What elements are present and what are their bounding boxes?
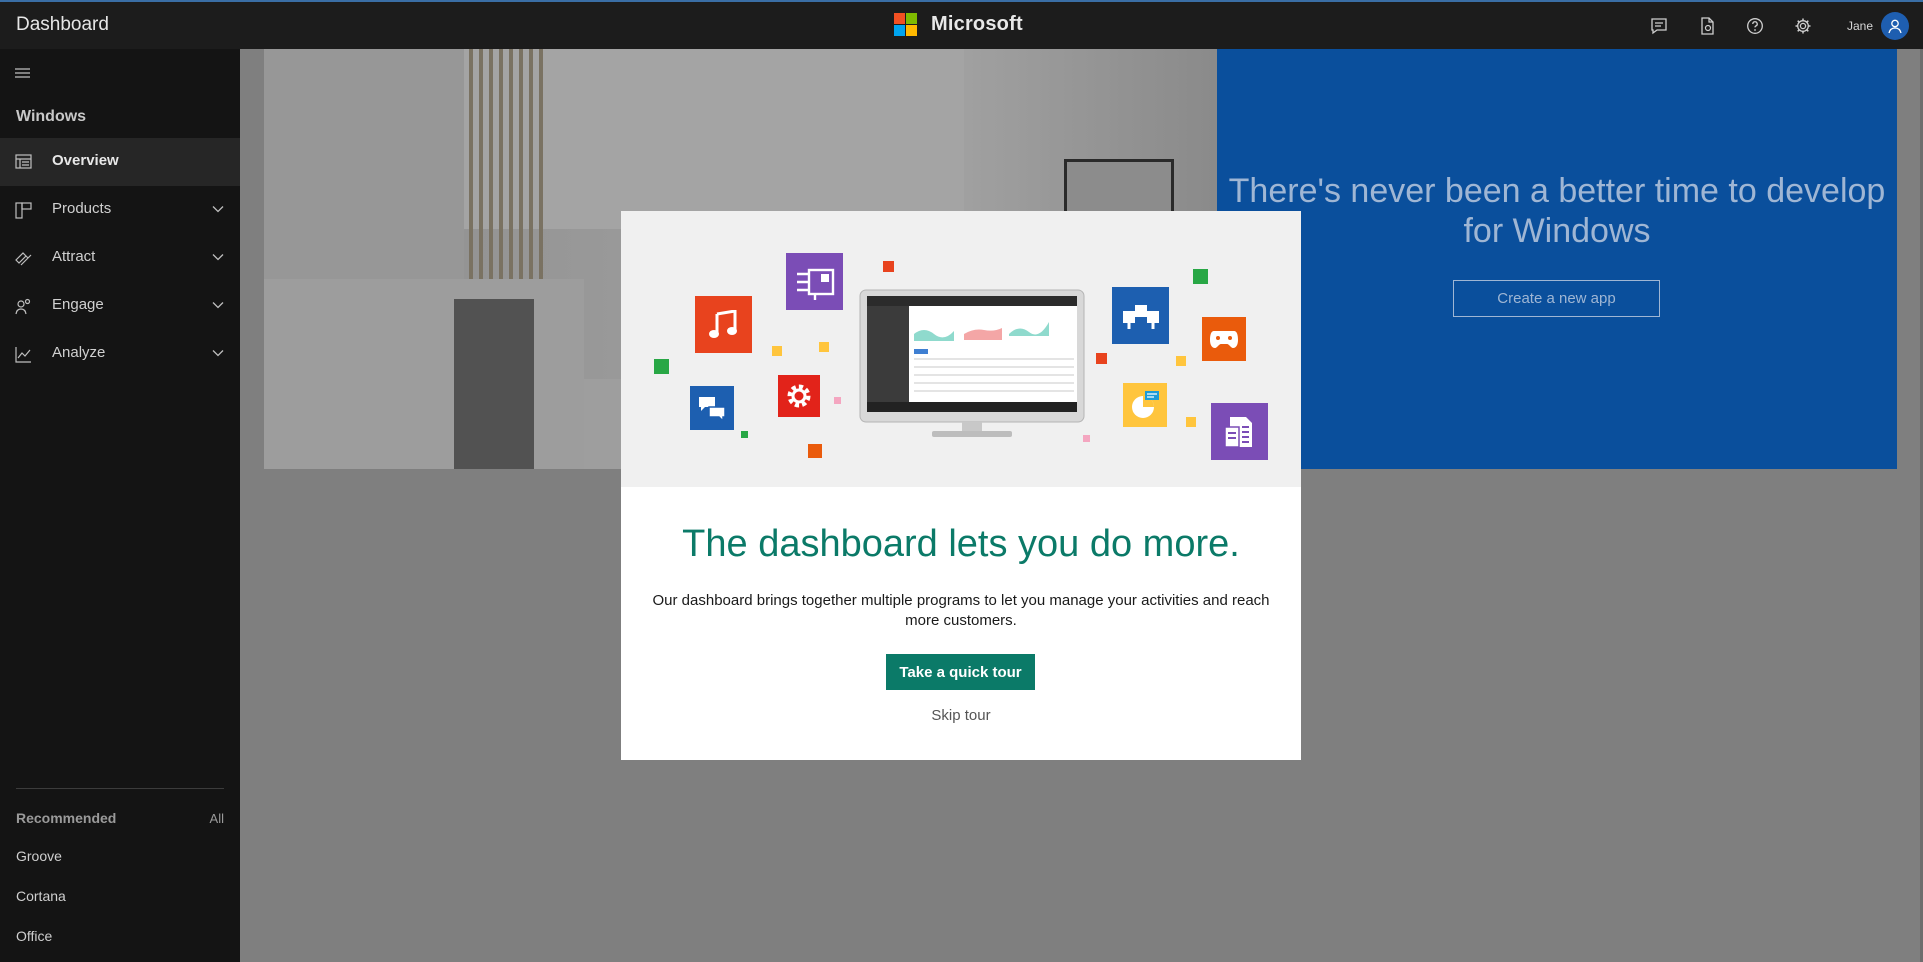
header-actions: Jane (1635, 2, 1923, 49)
flow-tile-icon (1112, 287, 1169, 344)
create-new-app-button[interactable]: Create a new app (1453, 280, 1660, 317)
document-icon (1701, 16, 1714, 35)
brand: Microsoft (894, 13, 1023, 36)
sidebar-item-label: Products (52, 200, 112, 217)
dashboard-illustration (621, 211, 1301, 487)
user-name[interactable]: Jane (1847, 19, 1873, 33)
chat-tile-icon (690, 386, 734, 430)
hero-headline: There's never been a better time to deve… (1228, 172, 1886, 250)
recommended-item-office[interactable]: Office (16, 928, 52, 944)
sidebar-item-analyze[interactable]: Analyze (0, 330, 240, 378)
sidebar-item-label: Engage (52, 296, 104, 313)
settings-button[interactable] (1779, 2, 1827, 49)
sidebar-item-products[interactable]: Products (0, 186, 240, 234)
section-label: Windows (16, 108, 87, 125)
document-tile-icon (1211, 403, 1268, 460)
overview-icon (15, 154, 32, 169)
sidebar-item-label: Analyze (52, 344, 106, 361)
game-controller-tile-icon (1202, 317, 1246, 361)
chevron-down-icon[interactable] (212, 205, 224, 213)
sidebar-item-overview[interactable]: Overview (0, 138, 240, 186)
sidebar-item-engage[interactable]: Engage (0, 282, 240, 330)
feedback-icon (1651, 17, 1667, 34)
welcome-dialog: The dashboard lets you do more. Our dash… (621, 211, 1301, 760)
user-icon (1888, 19, 1902, 33)
settings-tile-icon (778, 375, 820, 417)
chart-tile-icon (1123, 383, 1167, 427)
attract-icon (15, 252, 32, 266)
circuit-tile-icon (786, 253, 843, 310)
monitor-illustration-icon (859, 289, 1085, 437)
analyze-icon (15, 347, 31, 363)
sidebar-item-label: Attract (52, 248, 96, 265)
recommended-all-link[interactable]: All (210, 811, 224, 826)
chevron-down-icon[interactable] (212, 349, 224, 357)
engage-icon (15, 298, 31, 315)
dialog-title: The dashboard lets you do more. (682, 523, 1240, 565)
top-bar: Dashboard Microsoft Jane (0, 0, 1923, 49)
chevron-down-icon[interactable] (212, 253, 224, 261)
recommended-item-groove[interactable]: Groove (16, 848, 62, 864)
sidebar-item-attract[interactable]: Attract (0, 234, 240, 282)
dialog-body: Our dashboard brings together multiple p… (652, 592, 1270, 629)
brand-name: Microsoft (931, 13, 1023, 35)
recommended-item-cortana[interactable]: Cortana (16, 888, 66, 904)
help-icon (1747, 17, 1763, 34)
sidebar-item-label: Overview (52, 152, 119, 169)
document-button[interactable] (1683, 2, 1731, 49)
recommended-label: Recommended (16, 810, 117, 826)
products-icon (15, 202, 32, 219)
microsoft-logo-icon (894, 13, 917, 36)
take-tour-button[interactable]: Take a quick tour (886, 654, 1035, 690)
menu-toggle[interactable] (14, 66, 31, 85)
settings-icon (1795, 18, 1811, 33)
skip-tour-link[interactable]: Skip tour (621, 707, 1301, 724)
feedback-button[interactable] (1635, 2, 1683, 49)
hamburger-icon (15, 68, 30, 78)
sidebar: Windows Overview Products Attract Engage… (0, 49, 240, 962)
avatar[interactable] (1881, 11, 1909, 40)
divider (16, 788, 224, 789)
music-tile-icon (695, 296, 752, 353)
help-button[interactable] (1731, 2, 1779, 49)
hero-banner: There's never been a better time to deve… (1217, 49, 1897, 469)
app-title[interactable]: Dashboard (16, 14, 109, 36)
chevron-down-icon[interactable] (212, 301, 224, 309)
